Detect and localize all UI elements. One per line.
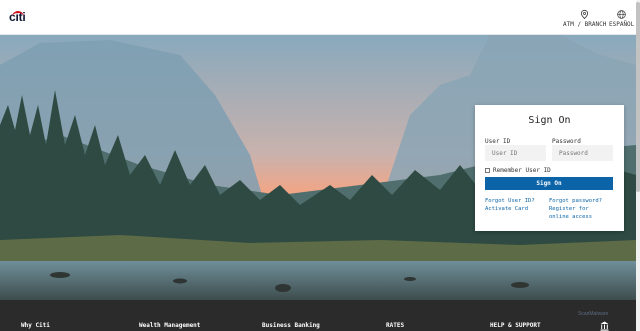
location-pin-icon bbox=[581, 10, 589, 19]
forgot-user-id-link[interactable]: Forgot User ID? bbox=[485, 197, 535, 205]
footer-wealth-management[interactable]: Wealth Management bbox=[139, 322, 200, 329]
footer: ScanMalware Why Citi Wealth Management B… bbox=[0, 300, 636, 331]
espanol-link[interactable]: ESPAÑOL bbox=[609, 10, 634, 28]
logo-arc-icon bbox=[12, 11, 24, 17]
activate-card-link[interactable]: Activate Card bbox=[485, 205, 528, 213]
watermark-text: ScanMalware bbox=[578, 311, 609, 317]
footer-business-banking[interactable]: Business Banking bbox=[262, 322, 320, 329]
atm-branch-link[interactable]: ATM / BRANCH bbox=[563, 10, 606, 28]
user-id-label: User ID bbox=[485, 138, 511, 145]
footer-help-support[interactable]: HELP & SUPPORT bbox=[490, 322, 541, 329]
sign-on-card: Sign On User ID Password Remember User I… bbox=[475, 105, 624, 231]
remember-checkbox[interactable] bbox=[485, 168, 490, 173]
scrollbar-thumb[interactable] bbox=[636, 2, 640, 192]
register-link[interactable]: Register for online access bbox=[549, 205, 611, 221]
sign-on-button[interactable]: Sign On bbox=[485, 177, 613, 190]
forgot-password-link[interactable]: Forgot password? bbox=[549, 197, 602, 205]
password-label: Password bbox=[552, 138, 581, 145]
espanol-label: ESPAÑOL bbox=[609, 21, 635, 28]
page-scrollbar[interactable] bbox=[636, 0, 640, 331]
remember-label: Remember User ID bbox=[493, 167, 551, 174]
header: citi ATM / BRANCH ESPAÑOL bbox=[0, 0, 640, 35]
sign-on-title: Sign On bbox=[528, 115, 571, 126]
footer-why-citi[interactable]: Why Citi bbox=[21, 322, 50, 329]
user-id-input[interactable] bbox=[485, 145, 546, 161]
globe-icon bbox=[617, 10, 626, 19]
bank-building-icon bbox=[600, 321, 609, 331]
password-input[interactable] bbox=[552, 145, 613, 161]
footer-rates[interactable]: RATES bbox=[386, 322, 404, 329]
citi-logo[interactable]: citi bbox=[9, 9, 26, 25]
atm-branch-label: ATM / BRANCH bbox=[563, 21, 607, 28]
remember-user-id[interactable]: Remember User ID bbox=[485, 167, 551, 174]
